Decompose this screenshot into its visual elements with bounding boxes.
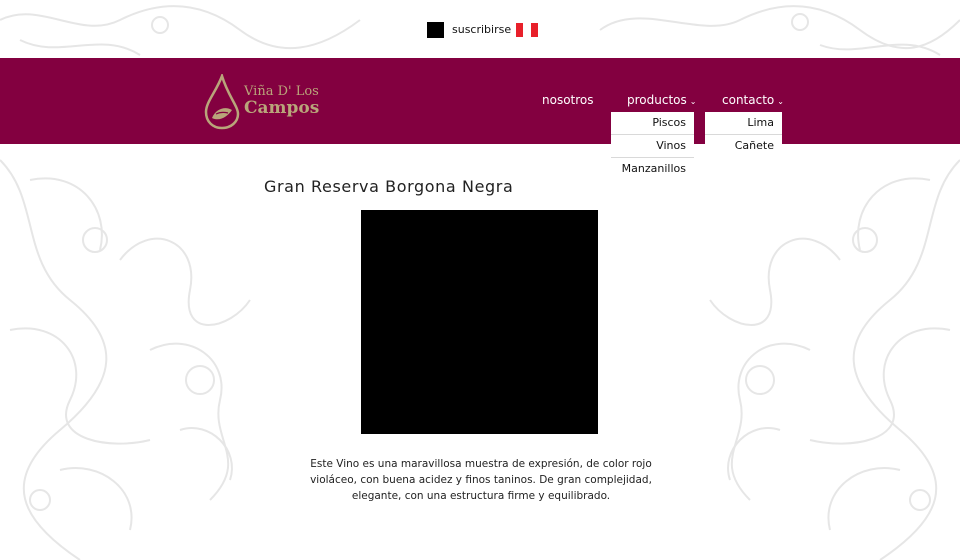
nav-productos[interactable]: productos ⌄ xyxy=(627,92,696,110)
flag-stripe-right xyxy=(530,23,538,37)
submenu-item-manzanillos[interactable]: Manzanillos xyxy=(611,158,694,180)
topbar: suscribirse xyxy=(0,0,960,58)
contacto-dropdown: Lima Cañete xyxy=(705,112,782,157)
submenu-item-canete[interactable]: Cañete xyxy=(705,135,782,157)
flag-stripe-left xyxy=(516,23,524,37)
product-title: Gran Reserva Borgona Negra xyxy=(264,177,514,196)
brand-logo[interactable]: Viña D' Los Campos xyxy=(202,72,322,130)
brand-name-bottom: Campos xyxy=(244,98,320,118)
nav-nosotros[interactable]: nosotros xyxy=(542,92,594,108)
nav-contacto-label: contacto xyxy=(722,93,775,107)
site-header xyxy=(0,58,960,144)
submenu-item-piscos[interactable]: Piscos xyxy=(611,112,694,135)
chevron-down-icon: ⌄ xyxy=(689,97,697,106)
brand-name-top: Viña D' Los xyxy=(244,84,319,99)
productos-dropdown: Piscos Vinos Manzanillos xyxy=(611,112,694,180)
nav-contacto[interactable]: contacto ⌄ xyxy=(722,92,784,110)
product-image xyxy=(361,210,598,434)
wine-drop-icon xyxy=(204,72,240,130)
submenu-item-vinos[interactable]: Vinos xyxy=(611,135,694,158)
subscribe-checkbox[interactable] xyxy=(427,22,444,38)
chevron-down-icon: ⌄ xyxy=(777,97,784,106)
peru-flag-icon[interactable] xyxy=(516,23,538,37)
subscribe-link[interactable]: suscribirse xyxy=(452,22,511,38)
nav-productos-label: productos xyxy=(627,93,687,107)
submenu-item-lima[interactable]: Lima xyxy=(705,112,782,135)
product-description: Este Vino es una maravillosa muestra de … xyxy=(310,458,652,502)
nav-nosotros-label: nosotros xyxy=(542,93,594,107)
flag-stripe-center xyxy=(523,23,531,37)
